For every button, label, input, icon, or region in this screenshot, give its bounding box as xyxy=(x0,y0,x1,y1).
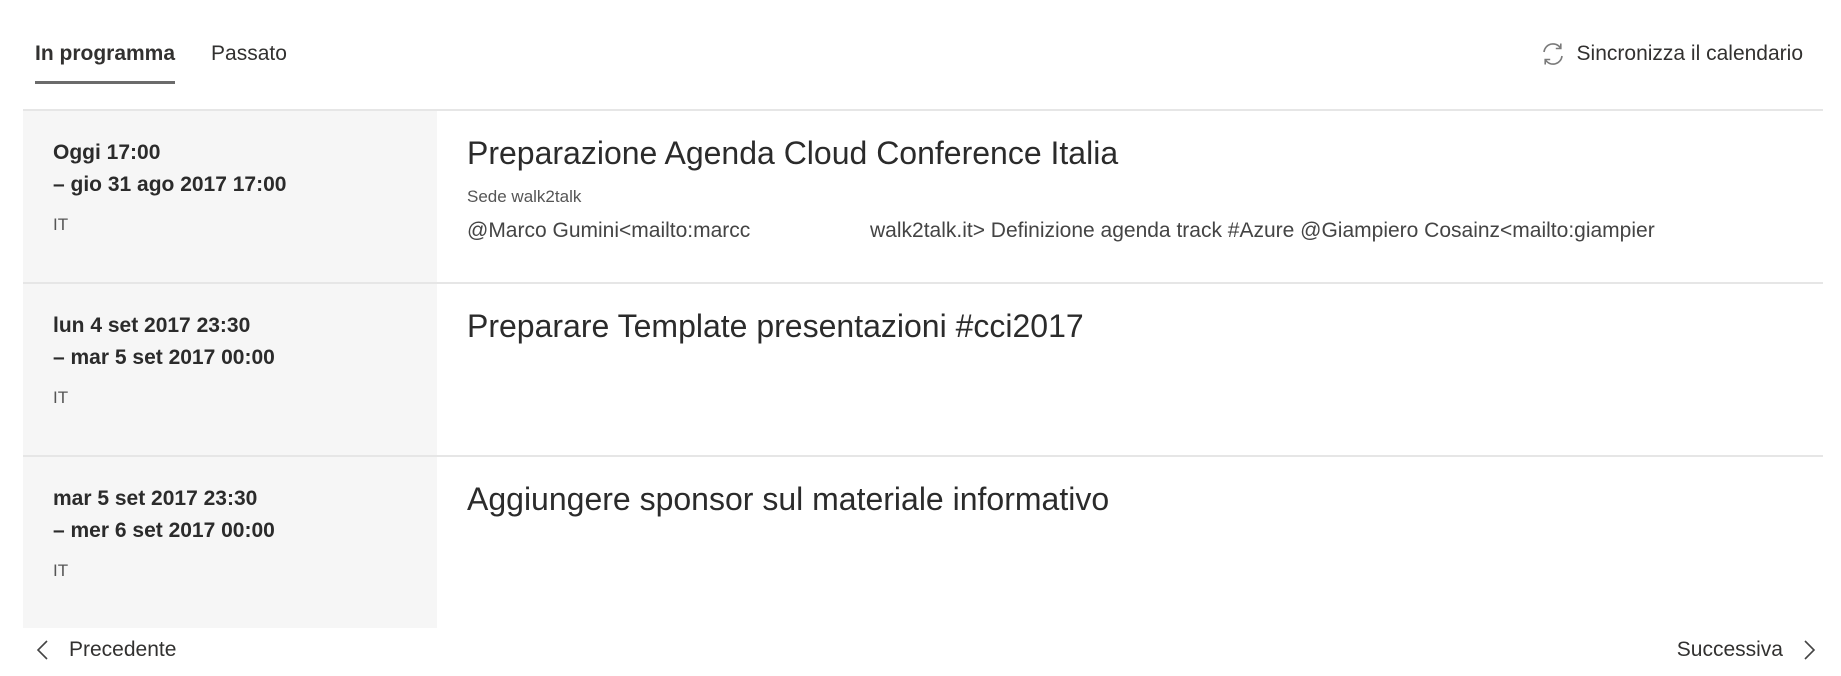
next-button[interactable]: Successiva xyxy=(1677,638,1817,662)
event-details: Preparazione Agenda Cloud Conference Ita… xyxy=(437,111,1823,282)
previous-label: Precedente xyxy=(69,638,177,661)
event-date-end: – gio 31 ago 2017 17:00 xyxy=(53,173,287,196)
event-timezone: IT xyxy=(53,388,69,407)
event-timezone: IT xyxy=(53,215,69,234)
event-details: Preparare Template presentazioni #cci201… xyxy=(437,284,1823,455)
event-description-part: walk2talk.it> Definizione agenda track #… xyxy=(870,219,1655,242)
event-description-part: @Marco Gumini<mailto:marcc xyxy=(467,219,751,242)
event-row[interactable]: lun 4 set 2017 23:30 – mar 5 set 2017 00… xyxy=(23,284,1823,457)
sync-calendar-button[interactable]: Sincronizza il calendario xyxy=(1539,40,1803,68)
tab-past[interactable]: Passato xyxy=(211,28,287,84)
sync-calendar-label: Sincronizza il calendario xyxy=(1576,42,1803,65)
event-date-end: – mer 6 set 2017 00:00 xyxy=(53,519,275,542)
sync-icon xyxy=(1542,43,1563,65)
event-title[interactable]: Preparare Template presentazioni #cci201… xyxy=(467,304,1823,348)
event-date-start: lun 4 set 2017 23:30 xyxy=(53,314,251,337)
event-date-start: mar 5 set 2017 23:30 xyxy=(53,487,258,510)
next-label: Successiva xyxy=(1676,638,1783,661)
event-location: Sede walk2talk xyxy=(467,187,582,206)
event-title[interactable]: Preparazione Agenda Cloud Conference Ita… xyxy=(467,131,1823,175)
event-date-panel: Oggi 17:00 – gio 31 ago 2017 17:00 IT xyxy=(23,111,437,282)
event-title[interactable]: Aggiungere sponsor sul materiale informa… xyxy=(467,477,1823,521)
event-date-panel: lun 4 set 2017 23:30 – mar 5 set 2017 00… xyxy=(23,284,437,455)
pagination: Precedente Successiva xyxy=(35,638,1817,662)
tab-bar: In programma Passato xyxy=(35,28,323,84)
event-list: Oggi 17:00 – gio 31 ago 2017 17:00 IT Pr… xyxy=(23,109,1823,628)
event-timezone: IT xyxy=(53,561,69,580)
chevron-right-icon xyxy=(1804,640,1816,660)
chevron-left-icon xyxy=(36,640,48,660)
tab-upcoming[interactable]: In programma xyxy=(35,28,176,84)
event-date-panel: mar 5 set 2017 23:30 – mer 6 set 2017 00… xyxy=(23,457,437,628)
previous-button[interactable]: Precedente xyxy=(35,638,176,662)
event-description: @Marco Gumini<mailto:marcc walk2talk.it>… xyxy=(467,219,1703,243)
event-date-end: – mar 5 set 2017 00:00 xyxy=(53,346,275,369)
event-details: Aggiungere sponsor sul materiale informa… xyxy=(437,457,1823,628)
event-row[interactable]: Oggi 17:00 – gio 31 ago 2017 17:00 IT Pr… xyxy=(23,111,1823,284)
event-date-start: Oggi 17:00 xyxy=(53,141,161,164)
event-row[interactable]: mar 5 set 2017 23:30 – mer 6 set 2017 00… xyxy=(23,457,1823,628)
